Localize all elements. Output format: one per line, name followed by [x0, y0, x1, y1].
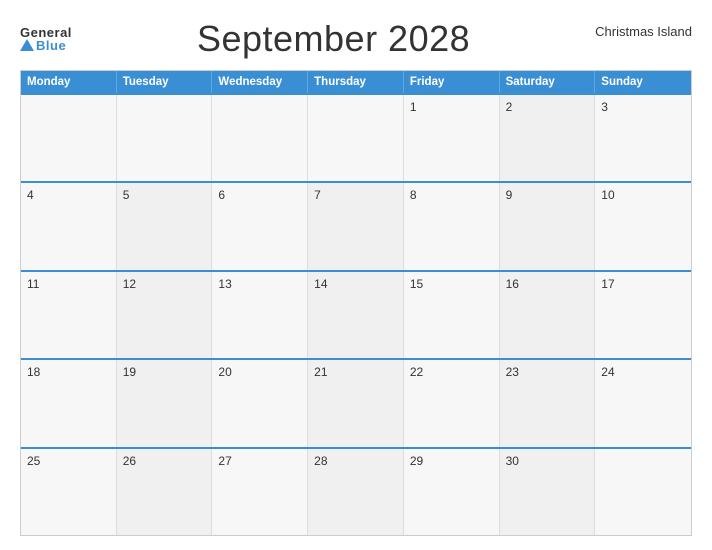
- week5-sun: [595, 449, 691, 535]
- week1-sun: 3: [595, 95, 691, 181]
- calendar: Monday Tuesday Wednesday Thursday Friday…: [20, 70, 692, 536]
- week5-sat: 30: [500, 449, 596, 535]
- week4-sun: 24: [595, 360, 691, 446]
- page: General Blue September 2028 Christmas Is…: [0, 0, 712, 550]
- week1-tue: [117, 95, 213, 181]
- week-4: 18 19 20 21 22 23 24: [21, 358, 691, 446]
- calendar-header-row: Monday Tuesday Wednesday Thursday Friday…: [21, 71, 691, 93]
- location-label: Christmas Island: [595, 24, 692, 39]
- week3-sat: 16: [500, 272, 596, 358]
- week1-wed: [212, 95, 308, 181]
- calendar-weeks: 1 2 3 4 5 6 7 8 9 10 11 12 13 14 15: [21, 93, 691, 535]
- week1-sat: 2: [500, 95, 596, 181]
- week4-mon: 18: [21, 360, 117, 446]
- week3-fri: 15: [404, 272, 500, 358]
- header-wednesday: Wednesday: [212, 71, 308, 93]
- week3-wed: 13: [212, 272, 308, 358]
- week2-tue: 5: [117, 183, 213, 269]
- week5-mon: 25: [21, 449, 117, 535]
- header-thursday: Thursday: [308, 71, 404, 93]
- header: General Blue September 2028 Christmas Is…: [20, 18, 692, 60]
- week5-thu: 28: [308, 449, 404, 535]
- week3-mon: 11: [21, 272, 117, 358]
- week2-wed: 6: [212, 183, 308, 269]
- week4-sat: 23: [500, 360, 596, 446]
- logo-blue-text: Blue: [36, 39, 66, 52]
- week2-fri: 8: [404, 183, 500, 269]
- header-friday: Friday: [404, 71, 500, 93]
- week3-tue: 12: [117, 272, 213, 358]
- header-saturday: Saturday: [500, 71, 596, 93]
- week2-mon: 4: [21, 183, 117, 269]
- week4-thu: 21: [308, 360, 404, 446]
- week-3: 11 12 13 14 15 16 17: [21, 270, 691, 358]
- logo-blue-row: Blue: [20, 39, 66, 52]
- week5-tue: 26: [117, 449, 213, 535]
- header-tuesday: Tuesday: [117, 71, 213, 93]
- week-2: 4 5 6 7 8 9 10: [21, 181, 691, 269]
- week4-wed: 20: [212, 360, 308, 446]
- logo: General Blue: [20, 26, 72, 52]
- calendar-title: September 2028: [197, 18, 470, 60]
- week4-tue: 19: [117, 360, 213, 446]
- week2-sun: 10: [595, 183, 691, 269]
- week3-thu: 14: [308, 272, 404, 358]
- week5-wed: 27: [212, 449, 308, 535]
- week5-fri: 29: [404, 449, 500, 535]
- week4-fri: 22: [404, 360, 500, 446]
- week-1: 1 2 3: [21, 93, 691, 181]
- header-monday: Monday: [21, 71, 117, 93]
- week2-thu: 7: [308, 183, 404, 269]
- logo-triangle-icon: [20, 39, 34, 51]
- week1-thu: [308, 95, 404, 181]
- week3-sun: 17: [595, 272, 691, 358]
- week2-sat: 9: [500, 183, 596, 269]
- week1-fri: 1: [404, 95, 500, 181]
- week-5: 25 26 27 28 29 30: [21, 447, 691, 535]
- week1-mon: [21, 95, 117, 181]
- header-sunday: Sunday: [595, 71, 691, 93]
